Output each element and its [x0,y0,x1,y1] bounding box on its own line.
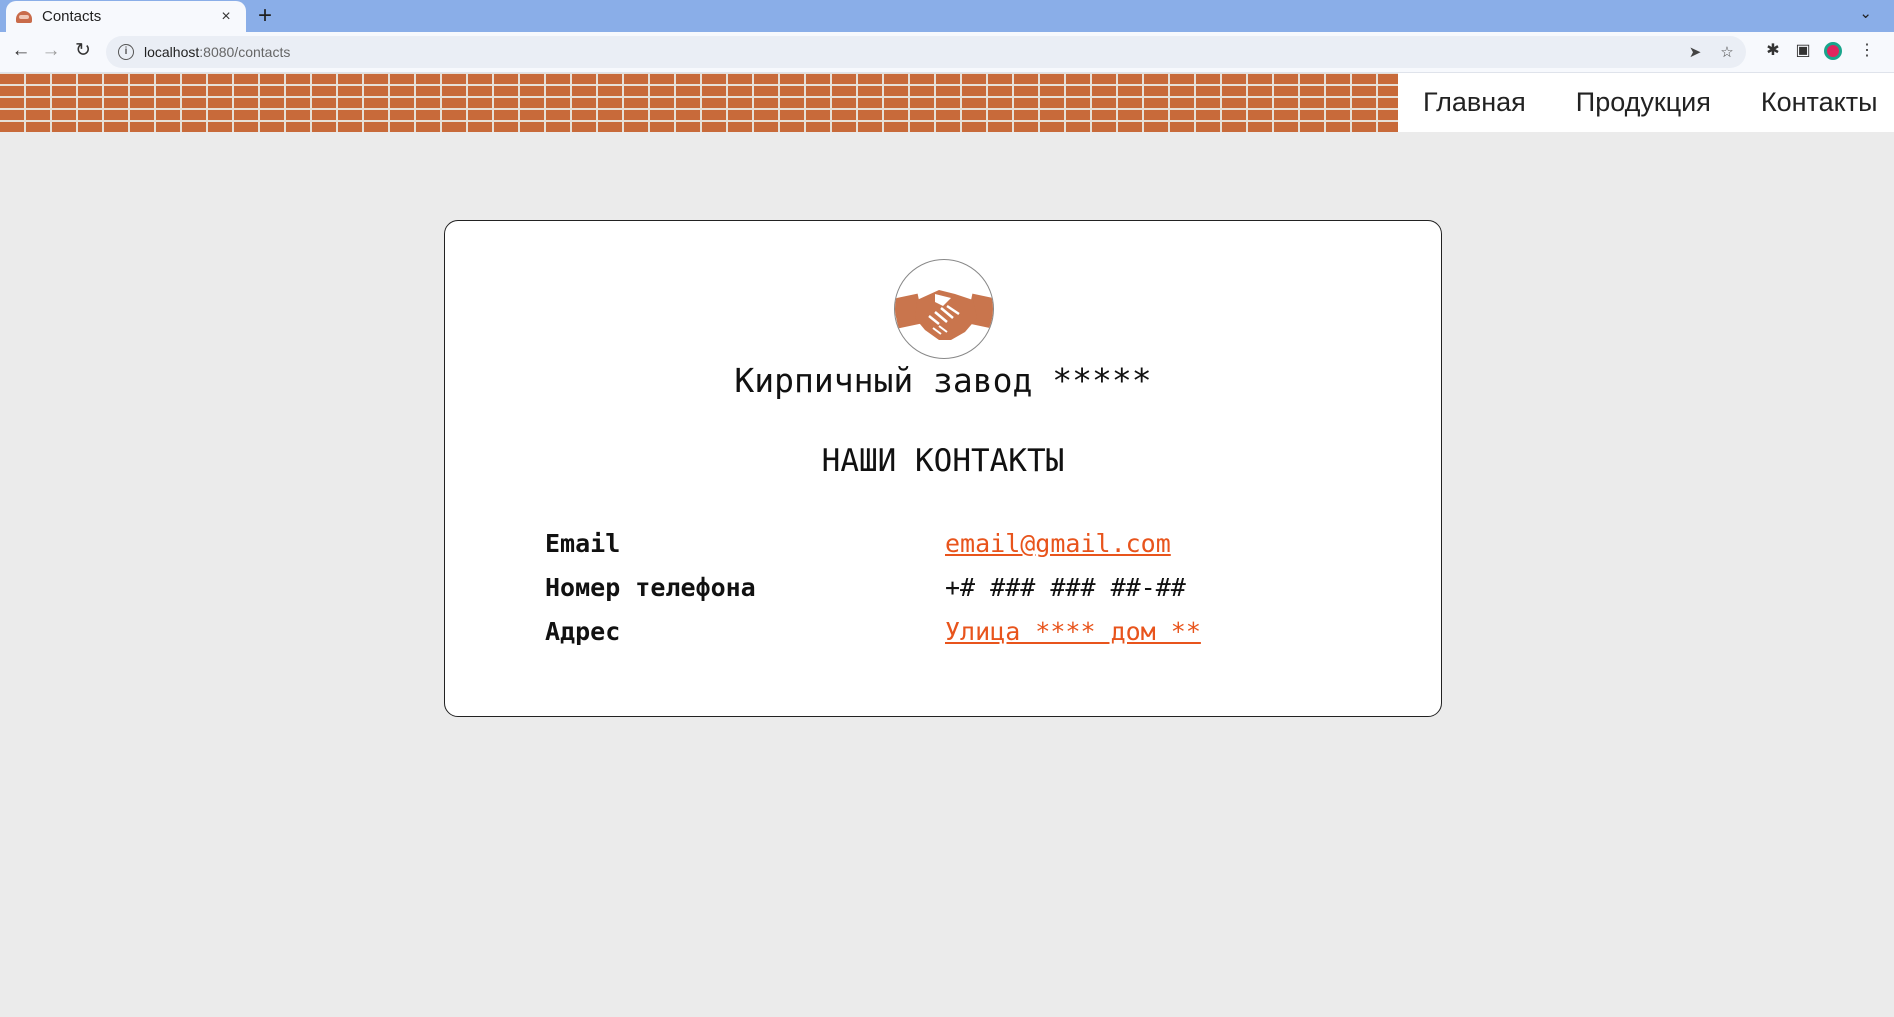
back-icon[interactable]: ← [8,38,34,64]
tab-search-icon[interactable]: ⌄ [1859,4,1872,22]
handshake-logo-icon [894,259,994,359]
tab-strip: Contacts × + ⌄ [0,0,1894,32]
nav-item-products[interactable]: Продукция [1576,87,1711,118]
contact-row-phone: Номер телефона +# ### ### ##-## [545,573,1345,613]
send-tab-icon[interactable]: ➤ [1682,43,1708,61]
nav-item-home[interactable]: Главная [1423,87,1526,118]
url-path: :8080/contacts [199,44,291,60]
reload-icon[interactable]: ↻ [70,38,96,64]
contact-row-address: Адрес Улица **** дом ** [545,617,1345,657]
profile-avatar[interactable] [1820,38,1846,64]
url-host: localhost [144,44,200,60]
page-viewport: Главная Продукция Контакты Кирпичный зав… [0,73,1894,1017]
address-link[interactable]: Улица **** дом ** [945,617,1201,646]
side-panel-icon[interactable]: ▣ [1790,38,1816,64]
url-text[interactable]: localhost:8080/contacts [144,44,1682,60]
close-tab-icon[interactable]: × [216,8,236,26]
section-title: НАШИ КОНТАКТЫ [821,443,1065,479]
address-label: Адрес [545,617,621,646]
site-info-icon[interactable]: i [118,44,134,60]
nav-item-contacts[interactable]: Контакты [1761,87,1878,118]
email-link[interactable]: email@gmail.com [945,529,1171,558]
bookmark-star-icon[interactable]: ☆ [1714,43,1740,61]
browser-menu-icon[interactable]: ⋮ [1854,38,1880,64]
contacts-card: Кирпичный завод ***** НАШИ КОНТАКТЫ Emai… [444,220,1442,717]
phone-value: +# ### ### ##-## [945,573,1186,602]
address-bar[interactable]: i localhost:8080/contacts ➤ ☆ [106,36,1746,68]
contact-row-email: Email email@gmail.com [545,529,1345,569]
brick-favicon-icon [16,10,32,23]
brick-banner [0,73,1398,132]
company-name: Кирпичный завод ***** [734,361,1152,400]
phone-label: Номер телефона [545,573,756,602]
new-tab-button[interactable]: + [258,3,272,29]
extensions-icon[interactable]: ✱ [1760,38,1786,64]
email-label: Email [545,529,621,558]
browser-toolbar: ← → ↻ i localhost:8080/contacts ➤ ☆ ✱ ▣ … [0,32,1894,73]
tab-title: Contacts [42,8,102,25]
forward-icon[interactable]: → [38,38,64,64]
browser-tab[interactable]: Contacts × [6,1,246,32]
main-nav: Главная Продукция Контакты [1398,73,1894,132]
